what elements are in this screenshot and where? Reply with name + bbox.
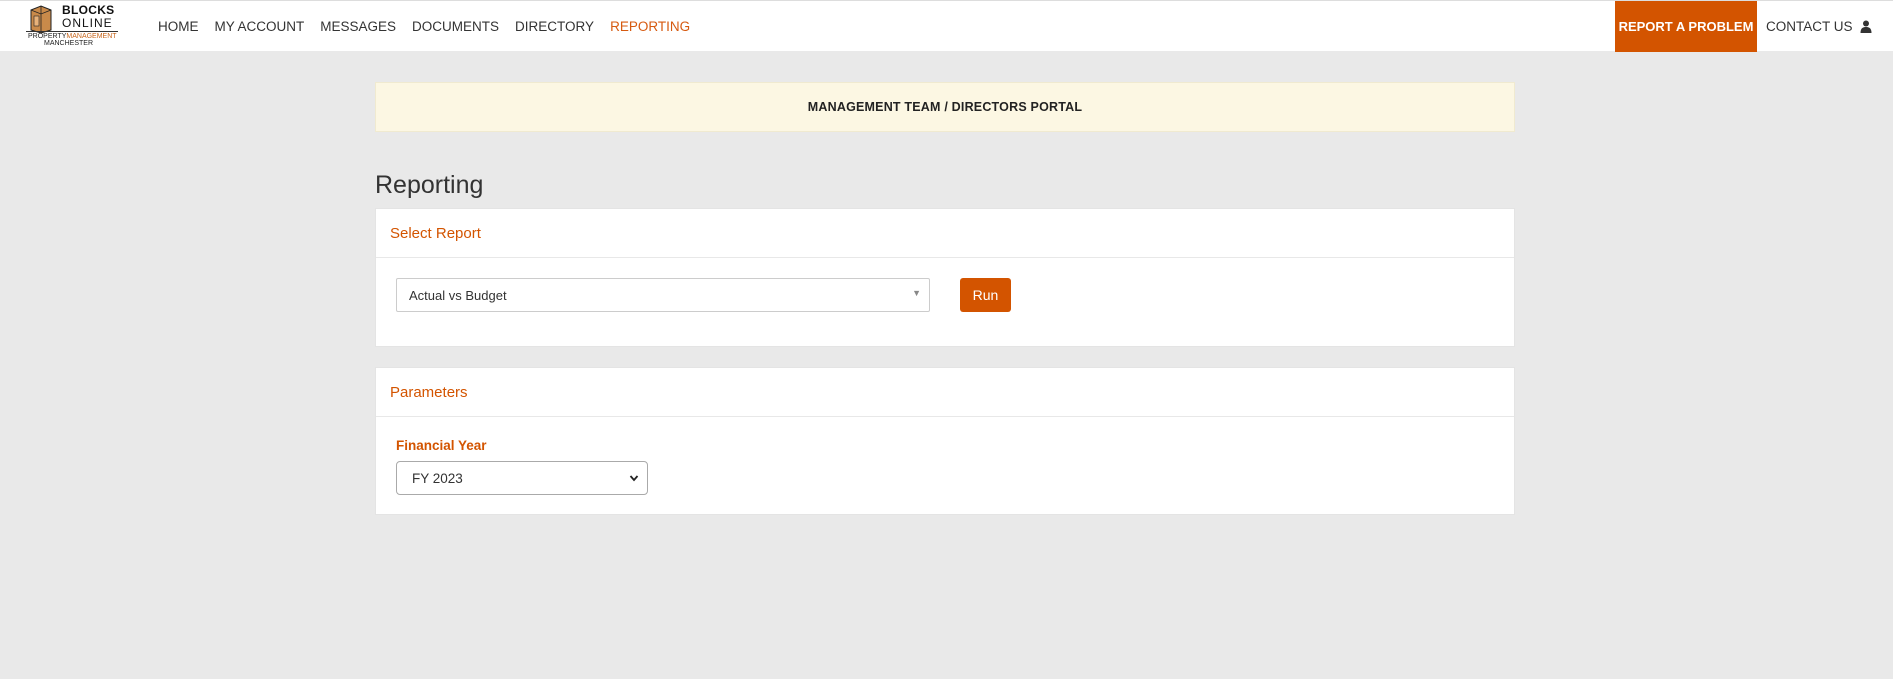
main-nav: HOME MY ACCOUNT MESSAGES DOCUMENTS DIREC… — [150, 1, 698, 52]
logo-divider — [26, 31, 118, 32]
user-icon[interactable] — [1860, 20, 1872, 33]
logo-brand-line2: ONLINE — [62, 16, 113, 30]
logo-sub-property: PROPERTY — [28, 33, 67, 40]
financial-year-value: FY 2023 — [412, 470, 463, 486]
logo-brand-line1: BLOCKS — [62, 3, 115, 17]
blocks-online-logo[interactable]: BLOCKS ONLINE PROPERTYMANAGEMENT MANCHES… — [26, 2, 118, 48]
nav-directory[interactable]: DIRECTORY — [515, 19, 594, 34]
select-report-heading: Select Report — [376, 209, 1514, 258]
nav-reporting[interactable]: REPORTING — [610, 19, 690, 34]
page-title: Reporting — [375, 171, 484, 199]
nav-documents[interactable]: DOCUMENTS — [412, 19, 499, 34]
report-select[interactable]: Actual vs Budget ▼ — [396, 278, 930, 312]
select-report-panel: Select Report Actual vs Budget ▼ Run — [375, 208, 1515, 347]
report-a-problem-button[interactable]: REPORT A PROBLEM — [1615, 1, 1757, 52]
logo-sub-management: MANAGEMENT — [66, 33, 117, 40]
caret-down-icon: ▼ — [912, 288, 921, 298]
run-button[interactable]: Run — [960, 278, 1011, 312]
portal-banner: MANAGEMENT TEAM / DIRECTORS PORTAL — [375, 82, 1515, 132]
contact-us-link[interactable]: CONTACT US — [1766, 1, 1853, 52]
box-logo-icon — [30, 5, 52, 34]
financial-year-select[interactable]: FY 2023 — [396, 461, 648, 495]
financial-year-label: Financial Year — [396, 438, 487, 453]
parameters-panel: Parameters Financial Year FY 2023 — [375, 367, 1515, 515]
chevron-down-icon — [629, 475, 639, 482]
report-select-value: Actual vs Budget — [409, 287, 507, 303]
logo-sub-city: MANCHESTER — [44, 40, 94, 47]
parameters-heading: Parameters — [376, 368, 1514, 417]
nav-messages[interactable]: MESSAGES — [320, 19, 396, 34]
nav-my-account[interactable]: MY ACCOUNT — [215, 19, 305, 34]
logo-subtitle: PROPERTYMANAGEMENT — [28, 33, 117, 40]
nav-home[interactable]: HOME — [158, 19, 199, 34]
top-navbar: BLOCKS ONLINE PROPERTYMANAGEMENT MANCHES… — [0, 0, 1893, 52]
